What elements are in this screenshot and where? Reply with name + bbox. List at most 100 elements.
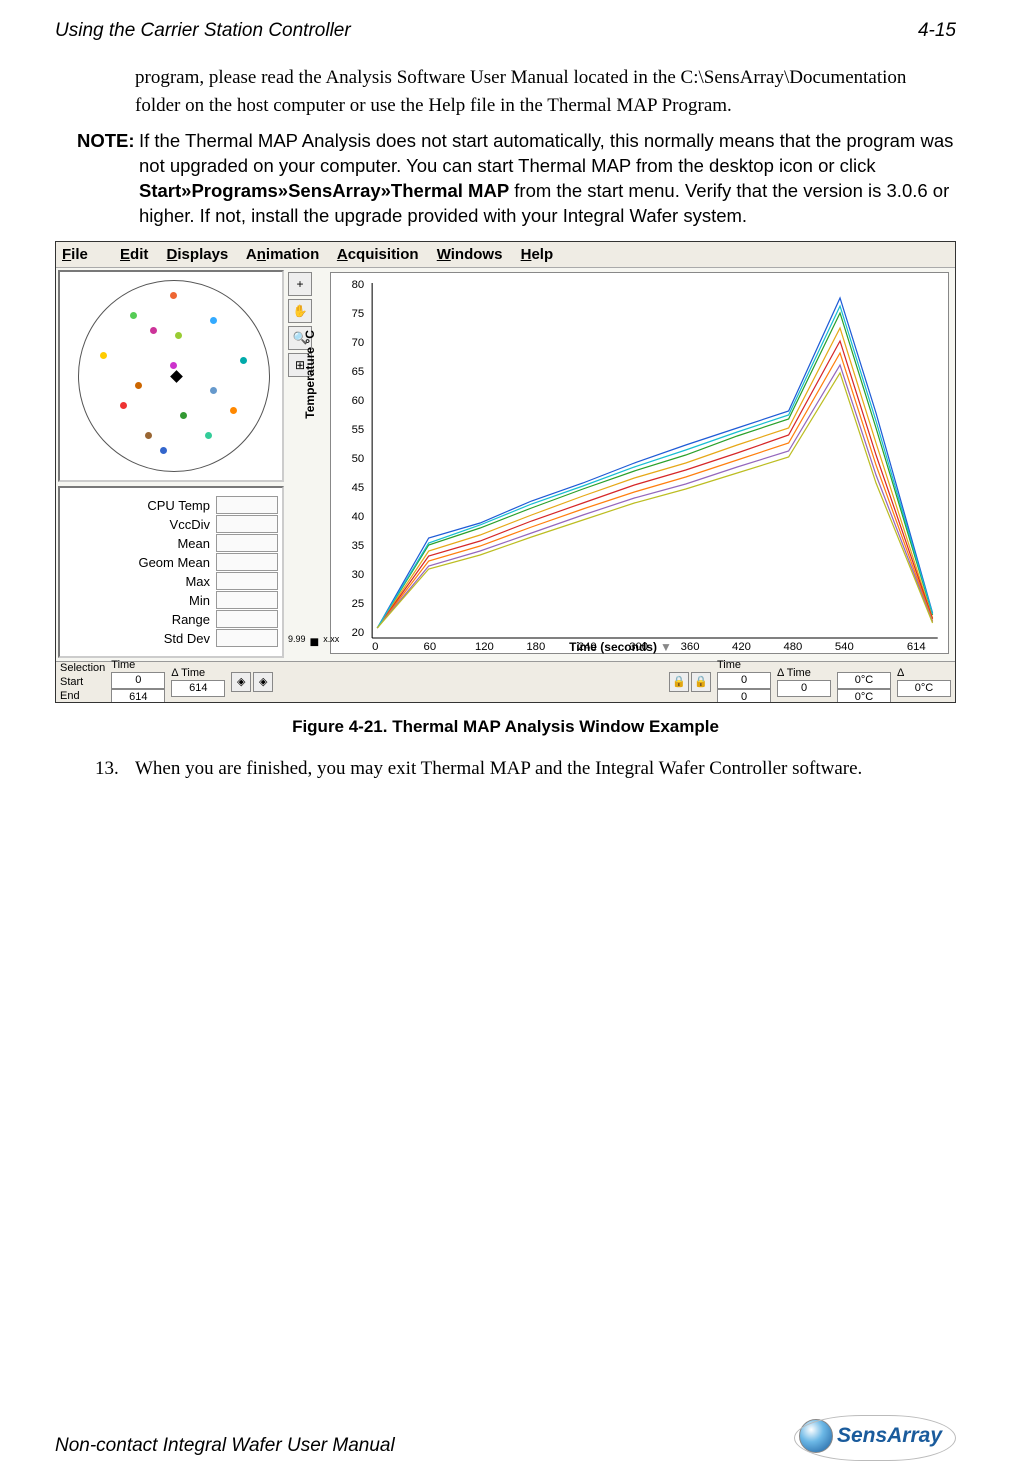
svg-text:0: 0	[372, 641, 378, 653]
menu-bar: File Edit Displays Animation Acquisition…	[56, 242, 955, 268]
stat-field[interactable]	[216, 496, 278, 514]
t2-field[interactable]: 0	[717, 672, 771, 689]
stat-label: Geom Mean	[120, 555, 214, 570]
svg-text:55: 55	[352, 424, 365, 436]
note-block: NOTE: If the Thermal MAP Analysis does n…	[77, 129, 956, 229]
dtime-label: Δ Time	[171, 666, 225, 680]
step-13: 13. When you are finished, you may exit …	[95, 755, 956, 783]
wafer-map[interactable]	[58, 270, 284, 482]
svg-text:50: 50	[352, 453, 365, 465]
note-pre: If the Thermal MAP Analysis does not sta…	[139, 130, 953, 176]
sensor-dot	[130, 312, 137, 319]
sensor-dot	[210, 387, 217, 394]
menu-file[interactable]: File	[62, 246, 102, 263]
format-tool-icon[interactable]: x.xx	[323, 634, 339, 652]
sensor-dot	[170, 362, 177, 369]
temp-field[interactable]: 0°C	[837, 689, 891, 703]
stat-field[interactable]	[216, 572, 278, 590]
menu-edit[interactable]: Edit	[120, 246, 148, 263]
logo-text: SensArray	[837, 1424, 942, 1448]
menu-windows[interactable]: Windows	[437, 246, 503, 263]
figure-caption: Figure 4-21. Thermal MAP Analysis Window…	[55, 717, 956, 737]
menu-help[interactable]: Help	[521, 246, 554, 263]
sensor-dot	[150, 327, 157, 334]
time2-label: Time	[717, 658, 771, 672]
sensor-dot	[120, 402, 127, 409]
dropdown-icon[interactable]: ▼	[660, 640, 672, 654]
svg-text:480: 480	[783, 641, 802, 653]
start-time-field[interactable]: 0	[111, 672, 165, 689]
format-tool-icon[interactable]: 9.99	[288, 634, 306, 652]
sensor-dot	[240, 357, 247, 364]
stat-label: VccDiv	[120, 517, 214, 532]
stat-field[interactable]	[216, 515, 278, 533]
svg-text:20: 20	[352, 627, 365, 639]
svg-text:420: 420	[732, 641, 751, 653]
stat-label: CPU Temp	[120, 498, 214, 513]
dtemp-field[interactable]: 0°C	[897, 680, 951, 697]
time-label: Time	[111, 658, 165, 672]
temp-field[interactable]: 0°C	[837, 672, 891, 689]
step-number: 13.	[95, 755, 135, 783]
svg-text:30: 30	[352, 569, 365, 581]
lock-minus-icon[interactable]: 🔒	[691, 672, 711, 692]
stat-field[interactable]	[216, 591, 278, 609]
dtime2-label: Δ Time	[777, 666, 831, 680]
svg-text:45: 45	[352, 482, 365, 494]
svg-text:35: 35	[352, 540, 365, 552]
paragraph-continuation: program, please read the Analysis Softwa…	[135, 64, 956, 119]
chart-svg: 8075 7065 6055 5045 4035 3025 20 060 120…	[331, 273, 948, 653]
sensor-dot	[135, 382, 142, 389]
y-axis-label: Temperature °C	[303, 330, 317, 419]
note-text: If the Thermal MAP Analysis does not sta…	[139, 129, 956, 229]
start-label: Start	[60, 675, 105, 689]
header-right: 4-15	[918, 20, 956, 42]
menu-animation[interactable]: Animation	[246, 246, 319, 263]
format-tool-icon[interactable]: ■	[310, 634, 320, 652]
header-left: Using the Carrier Station Controller	[55, 20, 351, 42]
selection-bar: Selection Start End Time 0 614 Δ Time 61…	[56, 661, 955, 702]
menu-displays[interactable]: Displays	[167, 246, 229, 263]
svg-text:40: 40	[352, 511, 365, 523]
sensor-dot	[145, 432, 152, 439]
stat-field[interactable]	[216, 553, 278, 571]
stat-field[interactable]	[216, 610, 278, 628]
sensor-dot	[175, 332, 182, 339]
svg-text:614: 614	[907, 641, 926, 653]
stat-label: Std Dev	[120, 631, 214, 646]
note-bold: Start»Programs»SensArray»Thermal MAP	[139, 180, 509, 201]
nav-icon[interactable]: ◈	[253, 672, 273, 692]
tool-pan-icon[interactable]: ✋	[288, 299, 312, 323]
svg-text:80: 80	[352, 279, 365, 291]
nav-icon[interactable]: ◈	[231, 672, 251, 692]
end-time-field[interactable]: 614	[111, 689, 165, 703]
tool-crosshair-icon[interactable]: +	[288, 272, 312, 296]
lock-plus-icon[interactable]: 🔒	[669, 672, 689, 692]
svg-text:25: 25	[352, 598, 365, 610]
svg-text:360: 360	[681, 641, 700, 653]
t2-field[interactable]: 0	[717, 689, 771, 703]
note-label: NOTE:	[77, 129, 139, 229]
svg-text:60: 60	[424, 641, 437, 653]
stat-label: Max	[120, 574, 214, 589]
svg-text:60: 60	[352, 395, 365, 407]
svg-text:75: 75	[352, 308, 365, 320]
sensor-dot	[170, 292, 177, 299]
delta-label: Δ	[897, 666, 951, 680]
dt2-field[interactable]: 0	[777, 680, 831, 697]
stat-field[interactable]	[216, 629, 278, 647]
temperature-chart[interactable]: 8075 7065 6055 5045 4035 3025 20 060 120…	[330, 272, 949, 654]
end-label: End	[60, 689, 105, 703]
x-axis-label: Time (seconds)	[569, 640, 657, 654]
delta-time-field[interactable]: 614	[171, 680, 225, 697]
menu-acquisition[interactable]: Acquisition	[337, 246, 419, 263]
brand-logo: SensArray	[785, 1415, 956, 1457]
stat-label: Mean	[120, 536, 214, 551]
svg-text:120: 120	[475, 641, 494, 653]
sensor-dot	[210, 317, 217, 324]
logo-ball-icon	[799, 1419, 833, 1453]
svg-text:180: 180	[526, 641, 545, 653]
stat-label: Range	[120, 612, 214, 627]
sensor-dot	[180, 412, 187, 419]
stat-field[interactable]	[216, 534, 278, 552]
